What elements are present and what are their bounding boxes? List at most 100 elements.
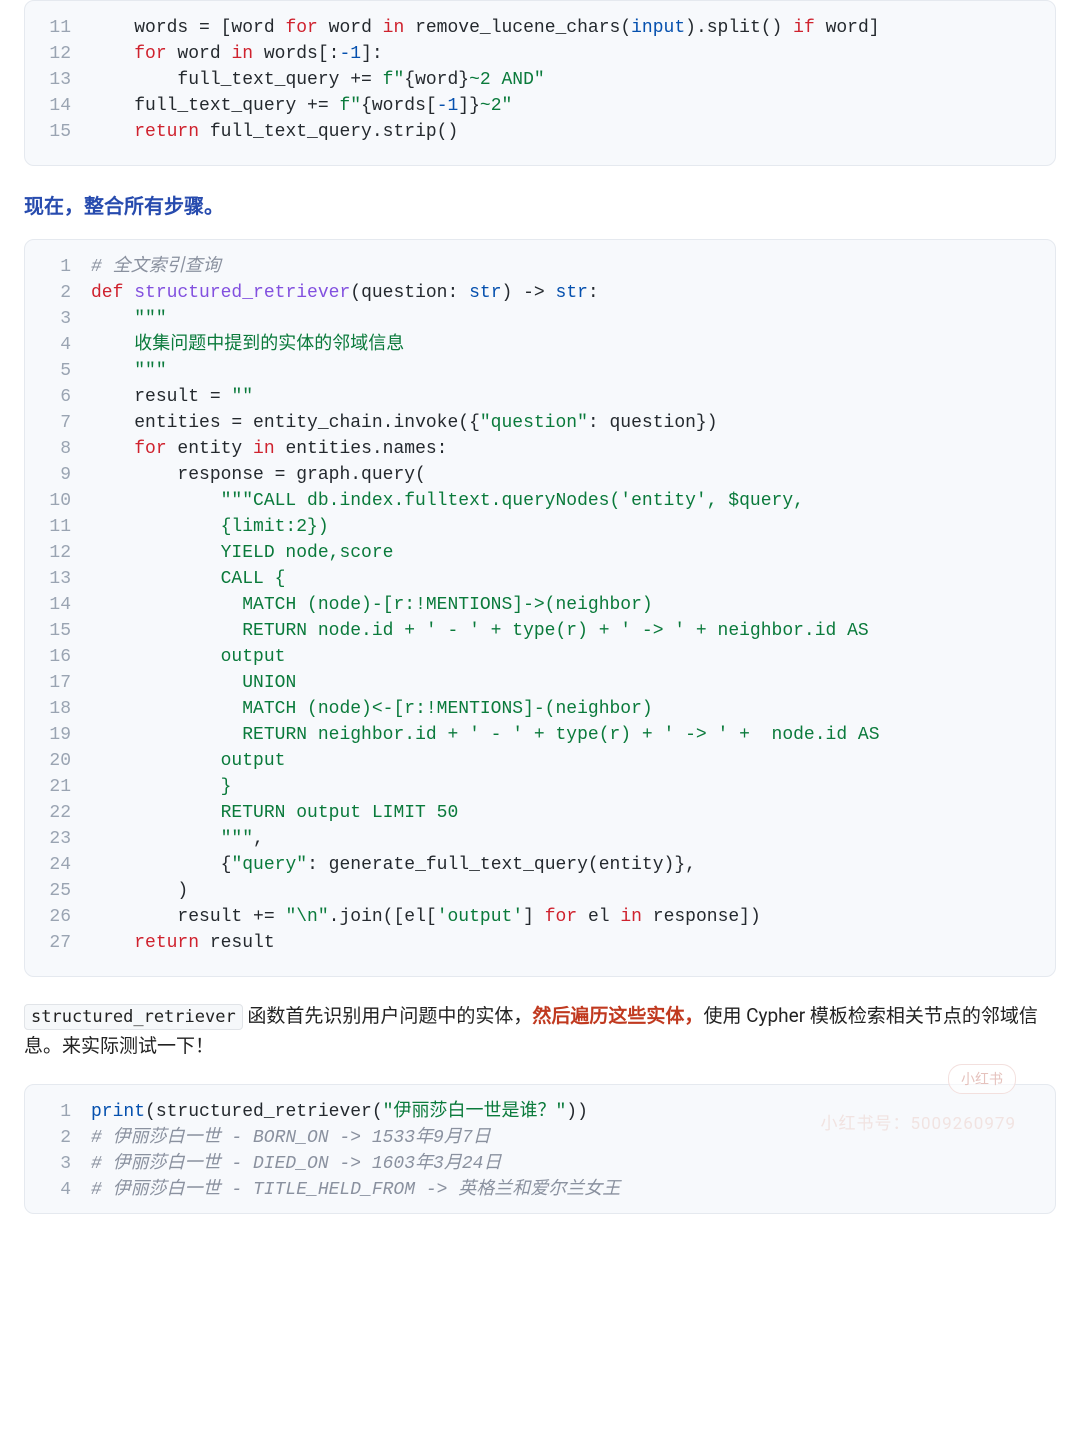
text-span: 函数首先识别用户问题中的实体， [243,1004,533,1027]
line-number: 10 [25,488,91,514]
line-number: 3 [25,306,91,332]
code-line: 7 entities = entity_chain.invoke({"quest… [25,410,1055,436]
code-line: 18 MATCH (node)<-[r:!MENTIONS]-(neighbor… [25,696,1055,722]
code-line: 10 """CALL db.index.fulltext.queryNodes(… [25,488,1055,514]
code-content: response = graph.query( [91,462,1055,488]
watermark-badge: 小红书 [948,1064,1016,1094]
watermark-id: 小红书号：5009260979 [820,1109,1016,1134]
line-number: 12 [25,41,91,67]
code-line: 17 UNION [25,670,1055,696]
explanation-paragraph: structured_retriever 函数首先识别用户问题中的实体，然后遍历… [24,1001,1056,1062]
line-number: 1 [25,254,91,280]
code-content: def structured_retriever(question: str) … [91,280,1055,306]
code-line: 11 words = [word for word in remove_luce… [25,15,1055,41]
emphasis-text: 然后遍历这些实体， [532,1004,703,1027]
code-content: UNION [91,670,1055,696]
code-content: output [91,644,1055,670]
code-content: """ [91,358,1055,384]
line-number: 11 [25,15,91,41]
code-line: 20 output [25,748,1055,774]
line-number: 7 [25,410,91,436]
code-line: 13 CALL { [25,566,1055,592]
code-block-2: 1# 全文索引查询2def structured_retriever(quest… [24,239,1056,977]
code-content: 收集问题中提到的实体的邻域信息 [91,332,1055,358]
code-block-3: 1print(structured_retriever("伊丽莎白一世是谁？")… [24,1084,1056,1214]
line-number: 19 [25,722,91,748]
line-number: 5 [25,358,91,384]
code-content: CALL { [91,566,1055,592]
code-line: 22 RETURN output LIMIT 50 [25,800,1055,826]
code-content: for word in words[:-1]: [91,41,1055,67]
line-number: 8 [25,436,91,462]
code-content: """ [91,306,1055,332]
line-number: 26 [25,904,91,930]
line-number: 9 [25,462,91,488]
section-heading: 现在，整合所有步骤。 [24,190,1056,219]
line-number: 4 [25,332,91,358]
line-number: 25 [25,878,91,904]
code-line: 15 return full_text_query.strip() [25,119,1055,145]
line-number: 18 [25,696,91,722]
code-line: 14 full_text_query += f"{words[-1]}~2" [25,93,1055,119]
code-line: 3 """ [25,306,1055,332]
code-content: full_text_query += f"{word}~2 AND" [91,67,1055,93]
line-number: 13 [25,566,91,592]
code-content: ) [91,878,1055,904]
code-block-1: 11 words = [word for word in remove_luce… [24,0,1056,166]
line-number: 11 [25,514,91,540]
line-number: 6 [25,384,91,410]
code-line: 3# 伊丽莎白一世 - DIED_ON -> 1603年3月24日 [25,1151,1055,1177]
code-line: 14 MATCH (node)-[r:!MENTIONS]->(neighbor… [25,592,1055,618]
code-content: words = [word for word in remove_lucene_… [91,15,1055,41]
line-number: 2 [25,1125,91,1151]
line-number: 12 [25,540,91,566]
line-number: 15 [25,618,91,644]
code-line: 21 } [25,774,1055,800]
code-line: 12 for word in words[:-1]: [25,41,1055,67]
line-number: 14 [25,592,91,618]
code-content: } [91,774,1055,800]
line-number: 23 [25,826,91,852]
line-number: 20 [25,748,91,774]
code-line: 5 """ [25,358,1055,384]
code-content: # 伊丽莎白一世 - TITLE_HELD_FROM -> 英格兰和爱尔兰女王 [91,1177,1055,1203]
code-line: 24 {"query": generate_full_text_query(en… [25,852,1055,878]
code-line: 25 ) [25,878,1055,904]
page: 11 words = [word for word in remove_luce… [24,0,1056,1214]
line-number: 24 [25,852,91,878]
line-number: 3 [25,1151,91,1177]
code-content: {limit:2}) [91,514,1055,540]
code-content: entities = entity_chain.invoke({"questio… [91,410,1055,436]
code-line: 8 for entity in entities.names: [25,436,1055,462]
code-content: result += "\n".join([el['output'] for el… [91,904,1055,930]
code-content: YIELD node,score [91,540,1055,566]
line-number: 13 [25,67,91,93]
code-content: {"query": generate_full_text_query(entit… [91,852,1055,878]
line-number: 16 [25,644,91,670]
line-number: 22 [25,800,91,826]
code-line: 13 full_text_query += f"{word}~2 AND" [25,67,1055,93]
code-line: 2def structured_retriever(question: str)… [25,280,1055,306]
code-content: return result [91,930,1055,956]
code-content: output [91,748,1055,774]
code-content: return full_text_query.strip() [91,119,1055,145]
code-line: 11 {limit:2}) [25,514,1055,540]
code-content: RETURN neighbor.id + ' - ' + type(r) + '… [91,722,1055,748]
code-content: MATCH (node)-[r:!MENTIONS]->(neighbor) [91,592,1055,618]
code-line: 4# 伊丽莎白一世 - TITLE_HELD_FROM -> 英格兰和爱尔兰女王 [25,1177,1055,1203]
line-number: 17 [25,670,91,696]
code-line: 16 output [25,644,1055,670]
line-number: 27 [25,930,91,956]
code-line: 15 RETURN node.id + ' - ' + type(r) + ' … [25,618,1055,644]
code-line: 19 RETURN neighbor.id + ' - ' + type(r) … [25,722,1055,748]
code-content: """, [91,826,1055,852]
code-content: result = "" [91,384,1055,410]
inline-code: structured_retriever [24,1004,243,1030]
line-number: 21 [25,774,91,800]
line-number: 15 [25,119,91,145]
code-content: # 伊丽莎白一世 - DIED_ON -> 1603年3月24日 [91,1151,1055,1177]
code-line: 27 return result [25,930,1055,956]
code-content: RETURN output LIMIT 50 [91,800,1055,826]
code-line: 23 """, [25,826,1055,852]
code-content: """CALL db.index.fulltext.queryNodes('en… [91,488,1055,514]
